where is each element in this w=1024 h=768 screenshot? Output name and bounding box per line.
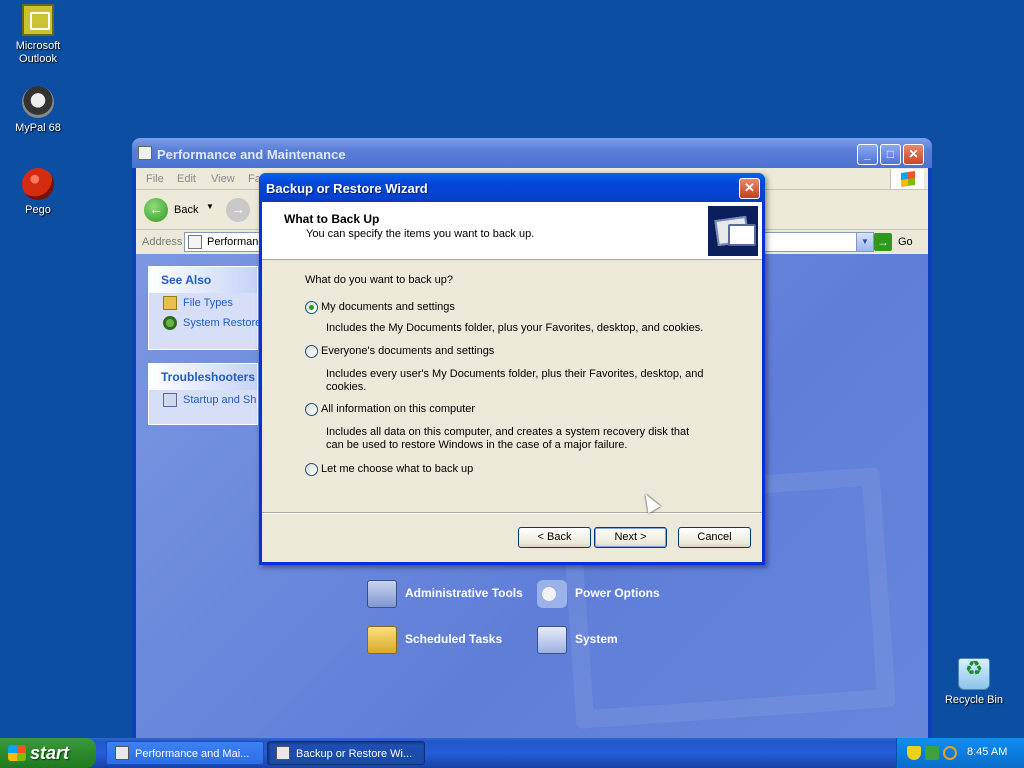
go-arrow-icon: → <box>874 233 892 251</box>
mypal-icon <box>22 86 54 118</box>
desktop-icon-label: MyPal 68 <box>15 122 61 134</box>
taskbar-button-backup-wizard[interactable]: Backup or Restore Wi... <box>267 741 425 765</box>
separator <box>262 512 762 514</box>
menu-edit[interactable]: Edit <box>177 173 196 185</box>
radio-button[interactable] <box>305 463 318 476</box>
wizard-title: Backup or Restore Wizard <box>266 181 428 196</box>
task-label: Power Options <box>575 586 660 600</box>
backup-restore-wizard: Backup or Restore Wizard ✕ What to Back … <box>259 173 765 565</box>
taskbar-button-label: Performance and Mai... <box>135 748 250 760</box>
option-label[interactable]: Everyone's documents and settings <box>321 345 494 357</box>
link-label: Startup and Sh <box>183 394 257 406</box>
option-description: Includes every user's My Documents folde… <box>326 368 704 393</box>
maximize-button[interactable]: □ <box>880 144 901 165</box>
system-icon <box>537 626 567 654</box>
option-label[interactable]: My documents and settings <box>321 301 455 313</box>
panel-title: See Also <box>149 267 257 293</box>
back-label: Back <box>174 204 199 216</box>
link-startup-and-shutdown[interactable]: Startup and Sh <box>149 390 257 410</box>
next-button[interactable]: Next > <box>594 527 667 548</box>
outlook-icon <box>22 4 54 36</box>
desktop-icon-label: Pego <box>25 204 51 216</box>
system-tray: 8:45 AM <box>896 738 1024 768</box>
start-button[interactable]: start <box>0 738 96 768</box>
menu-view[interactable]: View <box>211 173 235 185</box>
troubleshooters-panel: Troubleshooters Startup and Sh <box>148 363 258 425</box>
windows-logo-icon <box>8 745 26 761</box>
panel-title: Troubleshooters <box>149 364 257 390</box>
troubleshooter-icon <box>163 393 177 407</box>
wizard-step-title: What to Back Up <box>284 212 380 226</box>
cancel-button[interactable]: Cancel <box>678 527 751 548</box>
address-dropdown-button[interactable]: ▼ <box>856 233 873 251</box>
backup-icon <box>708 206 758 256</box>
desktop-icon-label: Recycle Bin <box>944 694 1004 706</box>
task-label: Scheduled Tasks <box>405 632 503 646</box>
option-label[interactable]: All information on this computer <box>321 403 475 415</box>
back-button[interactable]: < Back <box>518 527 591 548</box>
see-also-panel: See Also File Types System Restore <box>148 266 261 350</box>
go-label: Go <box>898 236 913 248</box>
desktop-icon-recycle-bin[interactable]: Recycle Bin <box>936 658 1012 707</box>
wizard-titlebar[interactable]: Backup or Restore Wizard ✕ <box>259 173 765 202</box>
link-file-types[interactable]: File Types <box>149 293 257 313</box>
option-description: Includes all data on this computer, and … <box>326 426 690 451</box>
wizard-close-button[interactable]: ✕ <box>739 178 760 199</box>
menu-file[interactable]: File <box>146 173 164 185</box>
back-arrow-icon: ← <box>144 198 168 222</box>
go-button[interactable]: → Go <box>874 232 922 252</box>
task-label: Administrative Tools <box>405 586 523 600</box>
taskbar-button-performance[interactable]: Performance and Mai... <box>106 741 264 765</box>
security-shield-icon[interactable] <box>907 746 921 760</box>
radio-button[interactable] <box>305 301 318 314</box>
scheduled-tasks-icon <box>367 626 397 654</box>
desktop-icon-mypal[interactable]: MyPal 68 <box>0 86 76 135</box>
power-options-icon <box>537 580 567 608</box>
desktop-icon-outlook[interactable]: Microsoft Outlook <box>0 4 76 66</box>
option-label[interactable]: Let me choose what to back up <box>321 463 473 475</box>
window-title: Performance and Maintenance <box>157 147 346 162</box>
option-description: Includes the My Documents folder, plus y… <box>326 322 704 334</box>
recycle-bin-icon <box>958 658 990 690</box>
desktop-icon-label: Microsoft Outlook <box>15 40 61 65</box>
wizard-body: What to Back Up You can specify the item… <box>262 202 762 562</box>
clock[interactable]: 8:45 AM <box>967 746 1007 758</box>
control-panel-icon <box>188 235 202 249</box>
wizard-step-subtitle: You can specify the items you want to ba… <box>306 228 535 240</box>
search-icon[interactable] <box>943 746 957 760</box>
forward-button[interactable]: → <box>226 198 250 222</box>
radio-button[interactable] <box>305 345 318 358</box>
network-icon[interactable] <box>925 746 939 760</box>
control-panel-icon <box>138 146 152 160</box>
taskbar-button-label: Backup or Restore Wi... <box>296 748 413 760</box>
explorer-titlebar[interactable]: Performance and Maintenance _ □ ✕ <box>132 138 932 168</box>
link-label: File Types <box>183 297 233 309</box>
link-system-restore[interactable]: System Restore <box>149 313 261 333</box>
file-types-icon <box>163 296 177 310</box>
minimize-button[interactable]: _ <box>857 144 878 165</box>
windows-logo-icon <box>890 169 924 189</box>
administrative-tools-icon <box>367 580 397 608</box>
link-label: System Restore <box>183 317 262 329</box>
taskbar: start Performance and Mai... Backup or R… <box>0 738 1024 768</box>
radio-button[interactable] <box>305 403 318 416</box>
desktop-icon-pego[interactable]: Pego <box>0 168 76 217</box>
control-panel-icon <box>115 746 129 760</box>
close-button[interactable]: ✕ <box>903 144 924 165</box>
backup-icon <box>276 746 290 760</box>
task-label: System <box>575 632 618 646</box>
wizard-header: What to Back Up You can specify the item… <box>262 202 762 260</box>
system-restore-icon <box>163 316 177 330</box>
back-button[interactable]: ← Back ▼ <box>144 198 214 222</box>
start-label: start <box>30 743 70 763</box>
address-label: Address <box>142 236 183 248</box>
pego-icon <box>22 168 54 200</box>
wizard-question: What do you want to back up? <box>305 274 453 286</box>
chevron-down-icon[interactable]: ▼ <box>206 202 214 211</box>
